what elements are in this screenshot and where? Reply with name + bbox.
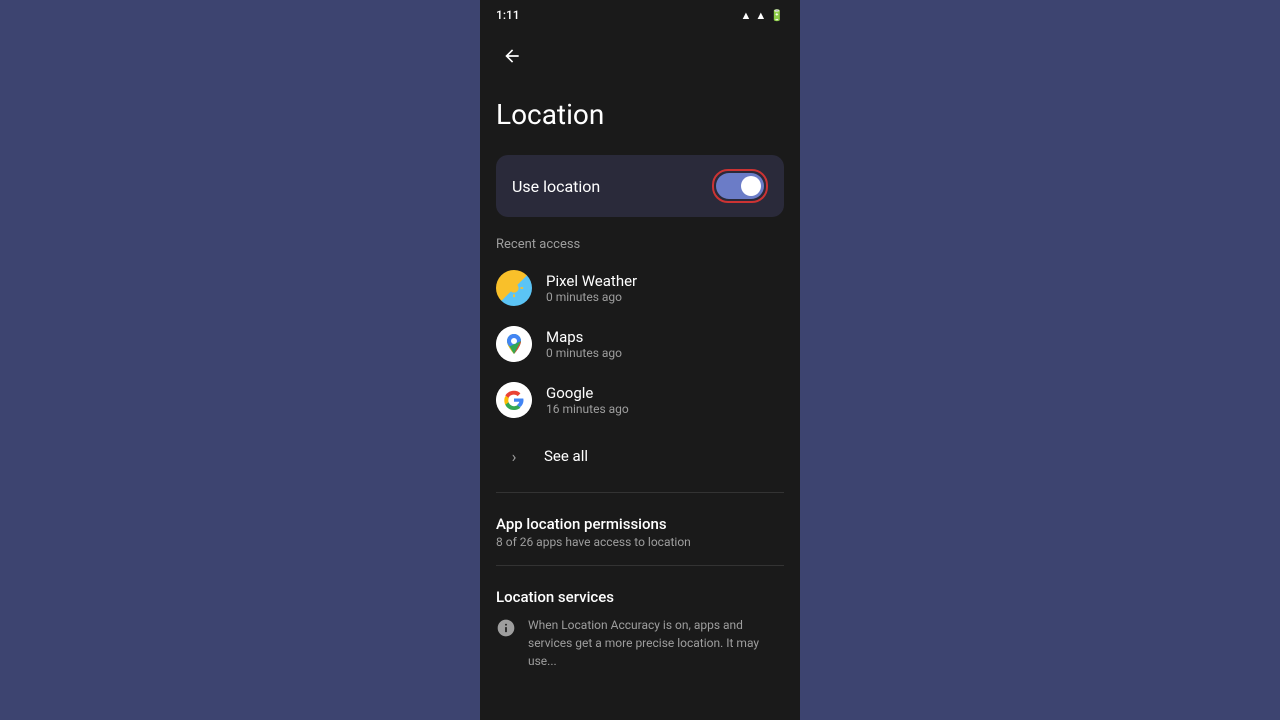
page-content: Location Use location Recent access [480, 82, 800, 720]
divider-2 [496, 565, 784, 566]
maps-app-icon [496, 326, 532, 362]
toggle-thumb [741, 176, 761, 196]
recent-access-header: Recent access [496, 237, 784, 252]
info-text: When Location Accuracy is on, apps and s… [528, 616, 784, 670]
signal-icon: ▲ [755, 9, 766, 22]
app-location-permissions-title: App location permissions [496, 515, 784, 533]
google-app-time: 16 minutes ago [546, 402, 629, 416]
google-app-info: Google 16 minutes ago [546, 384, 629, 416]
weather-app-info: Pixel Weather 0 minutes ago [546, 272, 637, 304]
app-item-maps[interactable]: Maps 0 minutes ago [496, 316, 784, 372]
maps-app-time: 0 minutes ago [546, 346, 622, 360]
back-button[interactable] [496, 40, 528, 72]
use-location-toggle[interactable] [716, 173, 764, 199]
weather-app-icon [496, 270, 532, 306]
google-app-name: Google [546, 384, 629, 402]
app-item-google[interactable]: Google 16 minutes ago [496, 372, 784, 428]
divider-1 [496, 492, 784, 493]
see-all-row[interactable]: › See all [496, 428, 784, 484]
use-location-toggle-wrapper [712, 169, 768, 203]
status-time: 1:11 [496, 8, 520, 22]
maps-app-info: Maps 0 minutes ago [546, 328, 622, 360]
app-item-weather[interactable]: Pixel Weather 0 minutes ago [496, 260, 784, 316]
weather-app-name: Pixel Weather [546, 272, 637, 290]
google-app-icon [496, 382, 532, 418]
chevron-right-icon: › [496, 438, 532, 474]
info-row: When Location Accuracy is on, apps and s… [496, 616, 784, 678]
app-location-permissions-subtitle: 8 of 26 apps have access to location [496, 535, 784, 549]
info-icon [496, 618, 516, 643]
wifi-icon: ▲ [741, 9, 752, 22]
battery-icon: 🔋 [770, 9, 784, 22]
use-location-label: Use location [512, 177, 600, 196]
app-location-permissions-block[interactable]: App location permissions 8 of 26 apps ha… [496, 501, 784, 557]
status-icons: ▲ ▲ 🔋 [741, 9, 784, 22]
page-title: Location [496, 98, 784, 131]
see-all-text: See all [544, 447, 588, 465]
use-location-card[interactable]: Use location [496, 155, 784, 217]
status-bar: 1:11 ▲ ▲ 🔋 [480, 0, 800, 30]
nav-bar [480, 30, 800, 82]
location-services-title: Location services [496, 574, 784, 616]
weather-app-time: 0 minutes ago [546, 290, 637, 304]
maps-app-name: Maps [546, 328, 622, 346]
phone-screen: 1:11 ▲ ▲ 🔋 Location Use location [480, 0, 800, 720]
